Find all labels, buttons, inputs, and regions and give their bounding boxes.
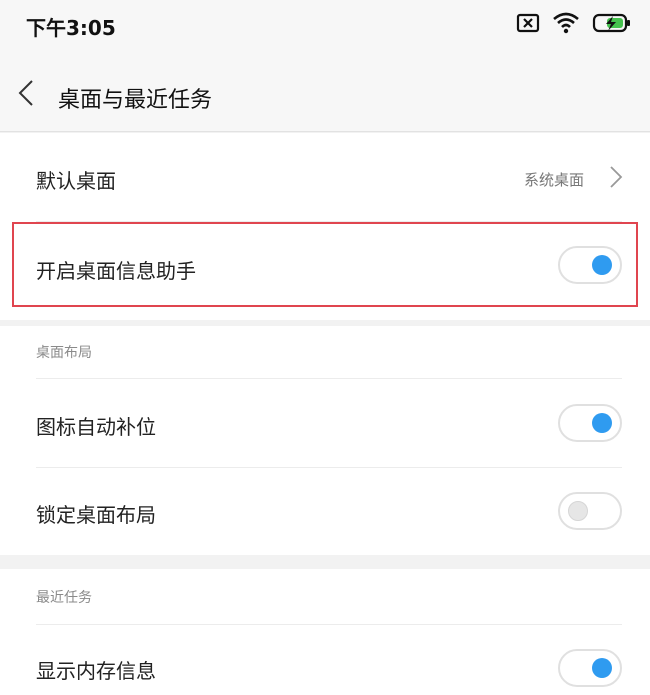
memory-info-toggle[interactable]	[558, 649, 622, 687]
title-bar: 桌面与最近任务	[0, 50, 650, 132]
layout-settings-card: 桌面布局 图标自动补位 锁定桌面布局	[0, 326, 650, 555]
toggle-knob	[568, 501, 588, 521]
no-sim-icon	[516, 13, 540, 33]
auto-fill-toggle[interactable]	[558, 404, 622, 442]
list-item-auto-fill[interactable]: 图标自动补位	[0, 379, 650, 467]
lock-layout-toggle[interactable]	[558, 492, 622, 530]
info-assistant-row[interactable]: 开启桌面信息助手	[0, 222, 650, 320]
info-assistant-label: 开启桌面信息助手	[36, 259, 196, 283]
back-icon[interactable]	[14, 78, 40, 108]
status-bar: 下午3:05	[0, 0, 650, 50]
status-time: 下午3:05	[26, 16, 116, 40]
recent-settings-card: 最近任务 显示内存信息	[0, 569, 650, 695]
wifi-icon	[552, 12, 580, 34]
info-assistant-toggle[interactable]	[558, 246, 622, 284]
status-icons	[516, 12, 632, 34]
auto-fill-label: 图标自动补位	[36, 415, 156, 439]
toggle-knob	[592, 255, 612, 275]
page-title: 桌面与最近任务	[58, 88, 213, 113]
default-launcher-label: 默认桌面	[36, 169, 116, 193]
section-header-layout: 桌面布局	[36, 345, 92, 361]
section-header-recent: 最近任务	[36, 590, 92, 606]
memory-info-label: 显示内存信息	[36, 659, 156, 683]
list-item-lock-layout[interactable]: 锁定桌面布局	[0, 468, 650, 555]
launcher-settings-card: 默认桌面 系统桌面 开启桌面信息助手	[0, 133, 650, 320]
default-launcher-value: 系统桌面	[523, 171, 584, 189]
toggle-knob	[592, 658, 612, 678]
toggle-knob	[592, 413, 612, 433]
default-launcher-row[interactable]: 默认桌面 系统桌面	[0, 133, 650, 221]
battery-charging-icon	[592, 12, 632, 34]
chevron-right-icon	[608, 164, 624, 190]
lock-layout-label: 锁定桌面布局	[36, 503, 156, 527]
list-item-memory-info[interactable]: 显示内存信息	[0, 625, 650, 695]
